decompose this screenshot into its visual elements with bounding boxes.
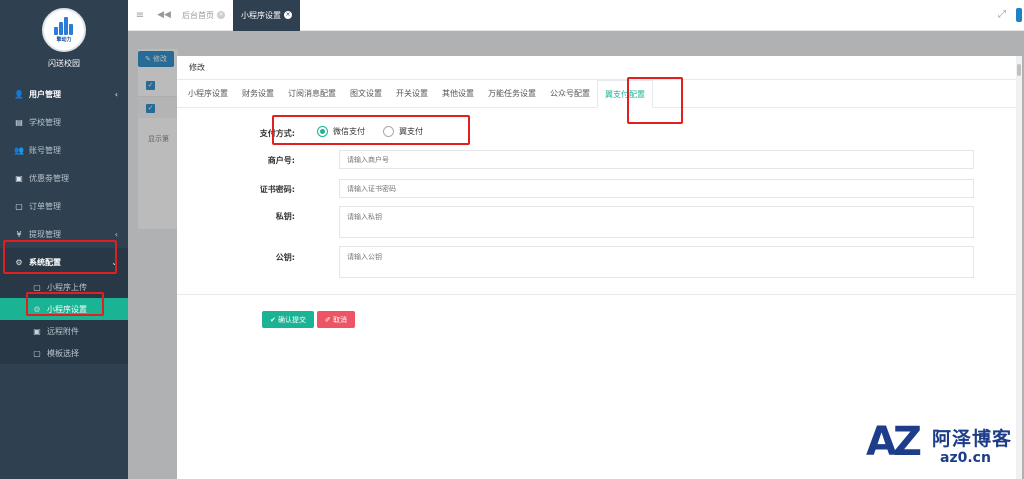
sidebar-subitem-label: 远程附件 <box>47 326 79 336</box>
sidebar-item-withdrawals[interactable]: ¥ 提现管理 ‹ <box>0 220 128 248</box>
fullscreen-icon[interactable]: ⤢ <box>998 9 1006 20</box>
tab-bestpay[interactable]: 翼支付配置 <box>597 80 653 108</box>
chevron-left-icon: ‹ <box>114 89 118 99</box>
template-icon: ▢ <box>33 348 41 358</box>
logo-icon <box>53 17 75 35</box>
sidebar-item-label: 系统配置 <box>29 257 61 267</box>
submit-button[interactable]: ✔ 确认提交 <box>262 311 314 328</box>
sidebar-item-schools[interactable]: ▤ 学校管理 <box>0 108 128 136</box>
tab-universal-task[interactable]: 万能任务设置 <box>481 80 543 107</box>
coupon-icon: ▣ <box>15 173 23 183</box>
sidebar-item-label: 优惠劵管理 <box>29 173 69 183</box>
tab-label: 小程序设置 <box>241 10 281 20</box>
cert-password-input[interactable] <box>339 179 974 198</box>
gear-icon: ⚙ <box>15 257 23 267</box>
pay-method-label: 支付方式: <box>259 129 295 138</box>
sidebar-subitem-label: 小程序设置 <box>47 304 87 314</box>
sidebar-item-label: 用户管理 <box>29 89 61 99</box>
cert-label: 证书密码: <box>259 185 295 194</box>
logo-area: 擎动力 闪送校园 <box>0 0 128 80</box>
edit-modal: 修改 小程序设置 财务设置 订阅消息配置 图文设置 开关设置 其他设置 万能任务… <box>177 56 1022 479</box>
sidebar-subitem-label: 模板选择 <box>47 348 79 358</box>
tab-mini-program[interactable]: 小程序设置 <box>181 80 235 107</box>
watermark-logo: AZ <box>866 419 922 465</box>
yen-icon: ¥ <box>16 229 22 239</box>
radio-bestpay[interactable]: 翼支付 <box>383 126 423 137</box>
chevron-left-icon: ‹ <box>114 229 118 239</box>
sidebar-subitem-label: 小程序上传 <box>47 282 87 292</box>
menu-icon[interactable]: ≡ <box>130 10 150 21</box>
sidebar-subitem-attachments[interactable]: ▣ 远程附件 <box>0 320 128 342</box>
users-icon: 👥 <box>14 145 24 155</box>
modal-tabs: 小程序设置 财务设置 订阅消息配置 图文设置 开关设置 其他设置 万能任务设置 … <box>177 80 1016 108</box>
top-bar: ≡ ◀◀ 后台首页 × 小程序设置 × ⤢ <box>128 0 1024 31</box>
merchant-label: 商户号: <box>267 156 295 165</box>
sidebar-subitem-templates[interactable]: ▢ 模板选择 <box>0 342 128 364</box>
tab-subscription[interactable]: 订阅消息配置 <box>281 80 343 107</box>
chevron-down-icon: ⌄ <box>111 257 118 267</box>
radio-wechat-pay[interactable]: 微信支付 <box>317 126 365 137</box>
user-icon: 👤 <box>14 89 24 99</box>
modal-scrollbar[interactable] <box>1016 56 1022 479</box>
sidebar-item-label: 提现管理 <box>29 229 61 239</box>
watermark: AZ 阿泽博客 az0.cn <box>866 420 1024 479</box>
sidebar-item-label: 学校管理 <box>29 117 61 127</box>
order-icon: ▢ <box>15 201 23 211</box>
radio-unchecked-icon[interactable] <box>383 126 394 137</box>
watermark-url: az0.cn <box>940 450 991 466</box>
watermark-title: 阿泽博客 <box>932 428 1013 450</box>
public-key-label: 公钥: <box>275 253 295 262</box>
pay-method-row: 支付方式: 微信支付 翼支付 <box>177 126 1016 139</box>
private-key-textarea[interactable] <box>339 206 974 238</box>
logo: 擎动力 <box>42 8 86 52</box>
sidebar-subitem-upload[interactable]: ▢ 小程序上传 <box>0 276 128 298</box>
school-icon: ▤ <box>15 117 23 127</box>
sidebar: 擎动力 闪送校园 👤 用户管理 ‹ ▤ 学校管理 👥 账号管理 ▣ 优惠劵管理 … <box>0 0 128 479</box>
sidebar-item-label: 订单管理 <box>29 201 61 211</box>
sidebar-item-coupons[interactable]: ▣ 优惠劵管理 <box>0 164 128 192</box>
tab-finance[interactable]: 财务设置 <box>235 80 281 107</box>
tab-other[interactable]: 其他设置 <box>435 80 481 107</box>
app-name: 闪送校园 <box>48 59 80 68</box>
gear-icon: ⚙ <box>33 304 41 314</box>
sidebar-item-accounts[interactable]: 👥 账号管理 <box>0 136 128 164</box>
tab-mini-program-settings[interactable]: 小程序设置 × <box>233 0 300 31</box>
sidebar-item-users[interactable]: 👤 用户管理 ‹ <box>0 80 128 108</box>
radio-label: 微信支付 <box>333 127 365 136</box>
tab-graphics[interactable]: 图文设置 <box>343 80 389 107</box>
logo-text: 擎动力 <box>56 37 72 43</box>
tab-label: 后台首页 <box>182 10 214 20</box>
sidebar-subitem-settings[interactable]: ⚙ 小程序设置 <box>0 298 128 320</box>
tab-official-account[interactable]: 公众号配置 <box>543 80 597 107</box>
merchant-input[interactable] <box>339 150 974 169</box>
double-left-icon[interactable]: ◀◀ <box>154 10 174 20</box>
cancel-button[interactable]: ✐ 取消 <box>317 311 355 328</box>
divider <box>177 294 1016 295</box>
sidebar-item-orders[interactable]: ▢ 订单管理 <box>0 192 128 220</box>
tab-home[interactable]: 后台首页 × <box>174 0 233 31</box>
tab-switches[interactable]: 开关设置 <box>389 80 435 107</box>
upload-icon: ▢ <box>33 282 41 292</box>
sidebar-item-label: 账号管理 <box>29 145 61 155</box>
public-key-textarea[interactable] <box>339 246 974 278</box>
attachment-icon: ▣ <box>33 326 41 336</box>
modal-title: 修改 <box>177 56 1022 80</box>
radio-label: 翼支付 <box>399 127 423 136</box>
radio-checked-icon[interactable] <box>317 126 328 137</box>
close-icon[interactable]: × <box>284 11 292 19</box>
pay-method-options: 微信支付 翼支付 <box>317 126 441 137</box>
user-menu-icon[interactable] <box>1016 8 1022 22</box>
sidebar-item-system-config[interactable]: ⚙ 系统配置 ⌄ <box>0 248 128 276</box>
close-icon[interactable]: × <box>217 11 225 19</box>
private-key-label: 私钥: <box>275 212 295 221</box>
sidebar-submenu: ▢ 小程序上传 ⚙ 小程序设置 ▣ 远程附件 ▢ 模板选择 <box>0 276 128 364</box>
